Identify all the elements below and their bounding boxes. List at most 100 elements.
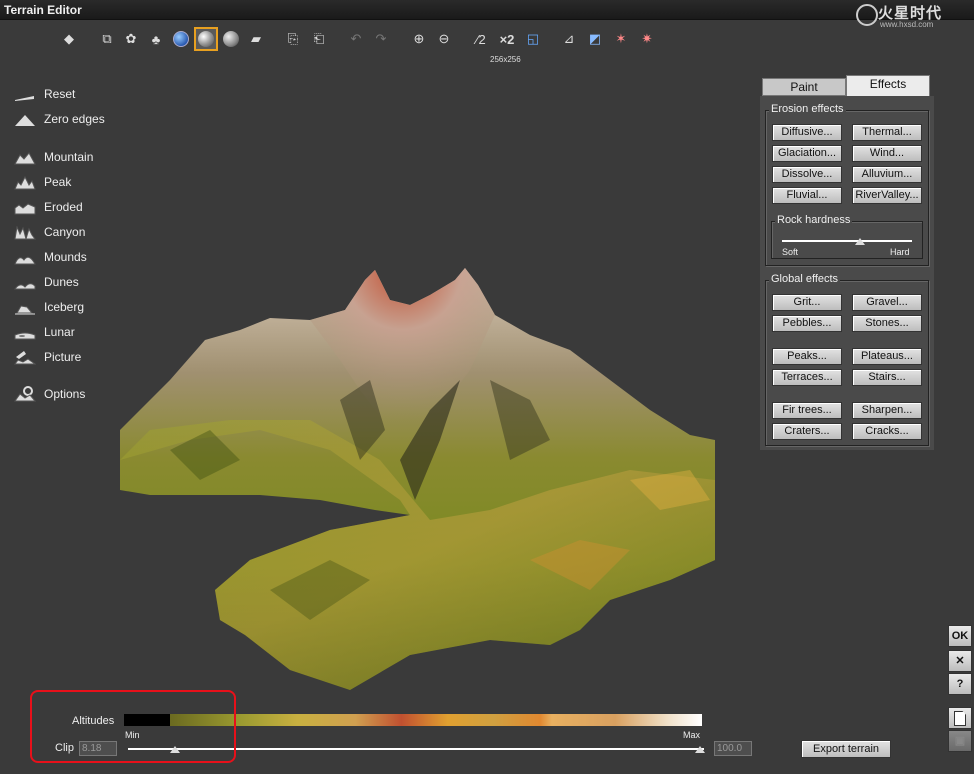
gravel-button[interactable]: Gravel... [852,294,922,311]
random-icon[interactable]: ✶ [610,28,632,50]
menu-item-zero-edges[interactable]: Zero edges [14,109,124,129]
menu-item-label: Peak [44,175,72,189]
zoom-out-icon[interactable]: ⊖ [433,28,455,50]
new-document-icon[interactable] [948,707,972,729]
peak-icon [14,174,36,190]
menu-item-label: Mountain [44,150,94,164]
zoom-object-icon[interactable]: ⧉ [96,28,118,50]
logo-ring-icon [856,4,878,26]
export-terrain-button[interactable]: Export terrain [801,740,891,758]
menu-item-label: Lunar [44,325,75,339]
title-bar: Terrain Editor [0,0,974,20]
rivervalley-button[interactable]: RiverValley... [852,187,922,204]
max-label: Max [683,730,701,740]
menu-item-eroded[interactable]: Eroded [14,197,124,217]
soft-label: Soft [782,247,799,257]
terraces-button[interactable]: Terraces... [772,369,842,386]
menu-item-mounds[interactable]: Mounds [14,247,124,267]
menu-item-canyon[interactable]: Canyon [14,222,124,242]
tab-paint[interactable]: Paint [762,78,846,96]
randomize-icon[interactable]: ✷ [636,28,658,50]
menu-item-reset[interactable]: Reset [14,84,124,104]
help-button[interactable]: ? [948,673,972,695]
mirror-icon[interactable]: ◩ [584,28,606,50]
menu-item-mountain[interactable]: Mountain [14,147,124,167]
copy-icon[interactable]: ⎘ [282,28,304,50]
menu-item-iceberg[interactable]: Iceberg [14,297,124,317]
sharpen-button[interactable]: Sharpen... [852,402,922,419]
menu-item-label: Eroded [44,200,83,214]
rock-hardness-title: Rock hardness [775,214,853,226]
lunar-icon [14,324,36,340]
grey-sphere-icon[interactable] [220,28,242,50]
resize-icon[interactable]: ◱ [522,28,544,50]
rock-hardness-group: Rock hardness Soft Hard [771,214,923,259]
save-icon[interactable]: ▣ [948,730,972,752]
rock-hardness-slider-thumb[interactable] [855,238,865,245]
flat-terrain-icon[interactable]: ▰ [245,28,267,50]
leaf-icon[interactable]: ✿ [120,28,142,50]
redo-icon[interactable]: ↷ [370,28,392,50]
menu-item-options[interactable]: Options [14,384,124,404]
view-mode-icon[interactable]: ◆ [58,28,80,50]
global-effects-title: Global effects [769,273,841,285]
peaks-button[interactable]: Peaks... [772,348,842,365]
terrain-3d-viewport[interactable] [110,260,720,700]
stairs-button[interactable]: Stairs... [852,369,922,386]
alluvium-button[interactable]: Alluvium... [852,166,922,183]
menu-item-label: Zero edges [44,112,105,126]
global-effects-group: Global effects Grit... Gravel... Pebbles… [765,273,929,446]
menu-item-lunar[interactable]: Lunar [14,322,124,342]
picture-icon [14,349,36,365]
undo-glyph: ↶ [350,31,362,46]
stones-button[interactable]: Stones... [852,315,922,332]
clip-max-input[interactable]: 100.0 [714,741,752,756]
menu-item-peak[interactable]: Peak [14,172,124,192]
invert-icon[interactable]: ⊿ [558,28,580,50]
toolbar: ◆ ⧉ ✿ ♣ ▰ ⎘ ⎗ ↶ ↷ ⊕ ⊖ ⁄2 ×2 ◱ ⊿ ◩ ✶ ✷ [58,27,668,54]
ok-button[interactable]: OK [948,625,972,647]
zoom-in-icon[interactable]: ⊕ [408,28,430,50]
tab-effects[interactable]: Effects [846,75,930,96]
primitives-icon[interactable]: ♣ [145,28,167,50]
wind-button[interactable]: Wind... [852,145,922,162]
menu-item-label: Picture [44,350,82,364]
hxsd-logo: 火星时代 www.hxsd.com [856,2,968,32]
grit-button[interactable]: Grit... [772,294,842,311]
cracks-button[interactable]: Cracks... [852,423,922,440]
menu-item-label: Reset [44,87,76,101]
globe-icon[interactable] [170,28,192,50]
hard-label: Hard [890,247,910,257]
menu-item-picture[interactable]: Picture [14,347,124,367]
cancel-button[interactable]: ✕ [948,650,972,672]
glaciation-button[interactable]: Glaciation... [772,145,842,162]
sphere-icon[interactable] [194,27,218,51]
zero-edges-icon [14,111,36,127]
clip-max-thumb[interactable] [695,746,705,753]
panel-tabs: Paint Effects [760,74,932,96]
diffusive-button[interactable]: Diffusive... [772,124,842,141]
resolution-label: 256x256 [490,55,521,64]
undo-icon[interactable]: ↶ [345,28,367,50]
fluvial-button[interactable]: Fluvial... [772,187,842,204]
paste-icon[interactable]: ⎗ [308,28,330,50]
terrain-render [120,268,715,690]
craters-button[interactable]: Craters... [772,423,842,440]
mountain-icon [14,149,36,165]
double-resolution-icon[interactable]: ×2 [496,28,518,50]
menu-item-dunes[interactable]: Dunes [14,272,124,292]
menu-item-label: Dunes [44,275,79,289]
plateaus-button[interactable]: Plateaus... [852,348,922,365]
fir-trees-button[interactable]: Fir trees... [772,402,842,419]
dissolve-button[interactable]: Dissolve... [772,166,842,183]
effects-panel: Paint Effects Erosion effects Diffusive.… [758,74,934,450]
menu-item-label: Iceberg [44,300,85,314]
rock-hardness-slider-track[interactable] [782,240,912,242]
reset-icon [14,86,36,102]
pebbles-button[interactable]: Pebbles... [772,315,842,332]
window-title: Terrain Editor [4,3,82,17]
erosion-effects-group: Erosion effects Diffusive... Thermal... … [765,103,929,266]
eroded-icon [14,199,36,215]
half-resolution-icon[interactable]: ⁄2 [470,28,492,50]
thermal-button[interactable]: Thermal... [852,124,922,141]
